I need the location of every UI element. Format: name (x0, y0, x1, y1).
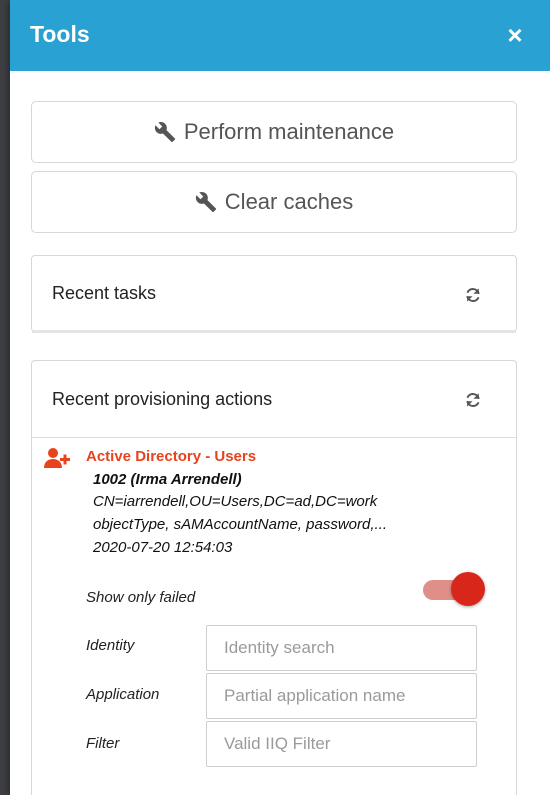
identity-label: Identity (86, 637, 135, 654)
panel-header: Tools × (10, 0, 550, 71)
entry-identity: 1002 (Irma Arrendell) (93, 471, 242, 488)
clear-caches-label: Clear caches (224, 189, 354, 214)
application-label: Application (86, 686, 160, 703)
filter-label: Filter (86, 735, 120, 752)
clear-caches-button[interactable]: Clear caches (31, 171, 517, 233)
perform-maintenance-label: Perform maintenance (183, 119, 395, 144)
show-only-failed-label: Show only failed (86, 589, 196, 606)
entry-dn: CN=iarrendell,OU=Users,DC=ad,DC=work (93, 493, 378, 510)
application-search-input[interactable] (206, 673, 477, 719)
entry-timestamp: 2020-07-20 12:54:03 (93, 539, 233, 556)
show-only-failed-toggle[interactable] (423, 572, 485, 606)
provisioning-entry[interactable]: Active Directory - Users 1002 (Irma Arre… (32, 438, 518, 568)
panel-title: Tools (30, 21, 90, 47)
refresh-icon[interactable] (464, 286, 482, 304)
wrench-icon (195, 192, 216, 213)
recent-provisioning-card: Recent provisioning actions Active Direc… (31, 360, 517, 795)
tools-panel: Tools × Perform maintenance Clear caches… (10, 0, 550, 795)
recent-tasks-header: Recent tasks (32, 256, 516, 333)
recent-tasks-title: Recent tasks (52, 282, 157, 303)
entry-attributes: objectType, sAMAccountName, password,... (93, 516, 388, 533)
close-icon[interactable]: × (504, 21, 526, 49)
iiq-filter-input[interactable] (206, 721, 477, 767)
refresh-icon[interactable] (464, 391, 482, 409)
recent-provisioning-header: Recent provisioning actions (32, 361, 516, 438)
identity-search-input[interactable] (206, 625, 477, 671)
toggle-knob (451, 572, 485, 606)
wrench-icon (154, 122, 175, 143)
recent-tasks-card: Recent tasks (31, 255, 517, 333)
entry-application: Active Directory - Users (86, 448, 257, 465)
user-add-icon (44, 448, 70, 468)
recent-provisioning-title: Recent provisioning actions (52, 388, 273, 409)
perform-maintenance-button[interactable]: Perform maintenance (31, 101, 517, 163)
page-backdrop (0, 0, 10, 795)
